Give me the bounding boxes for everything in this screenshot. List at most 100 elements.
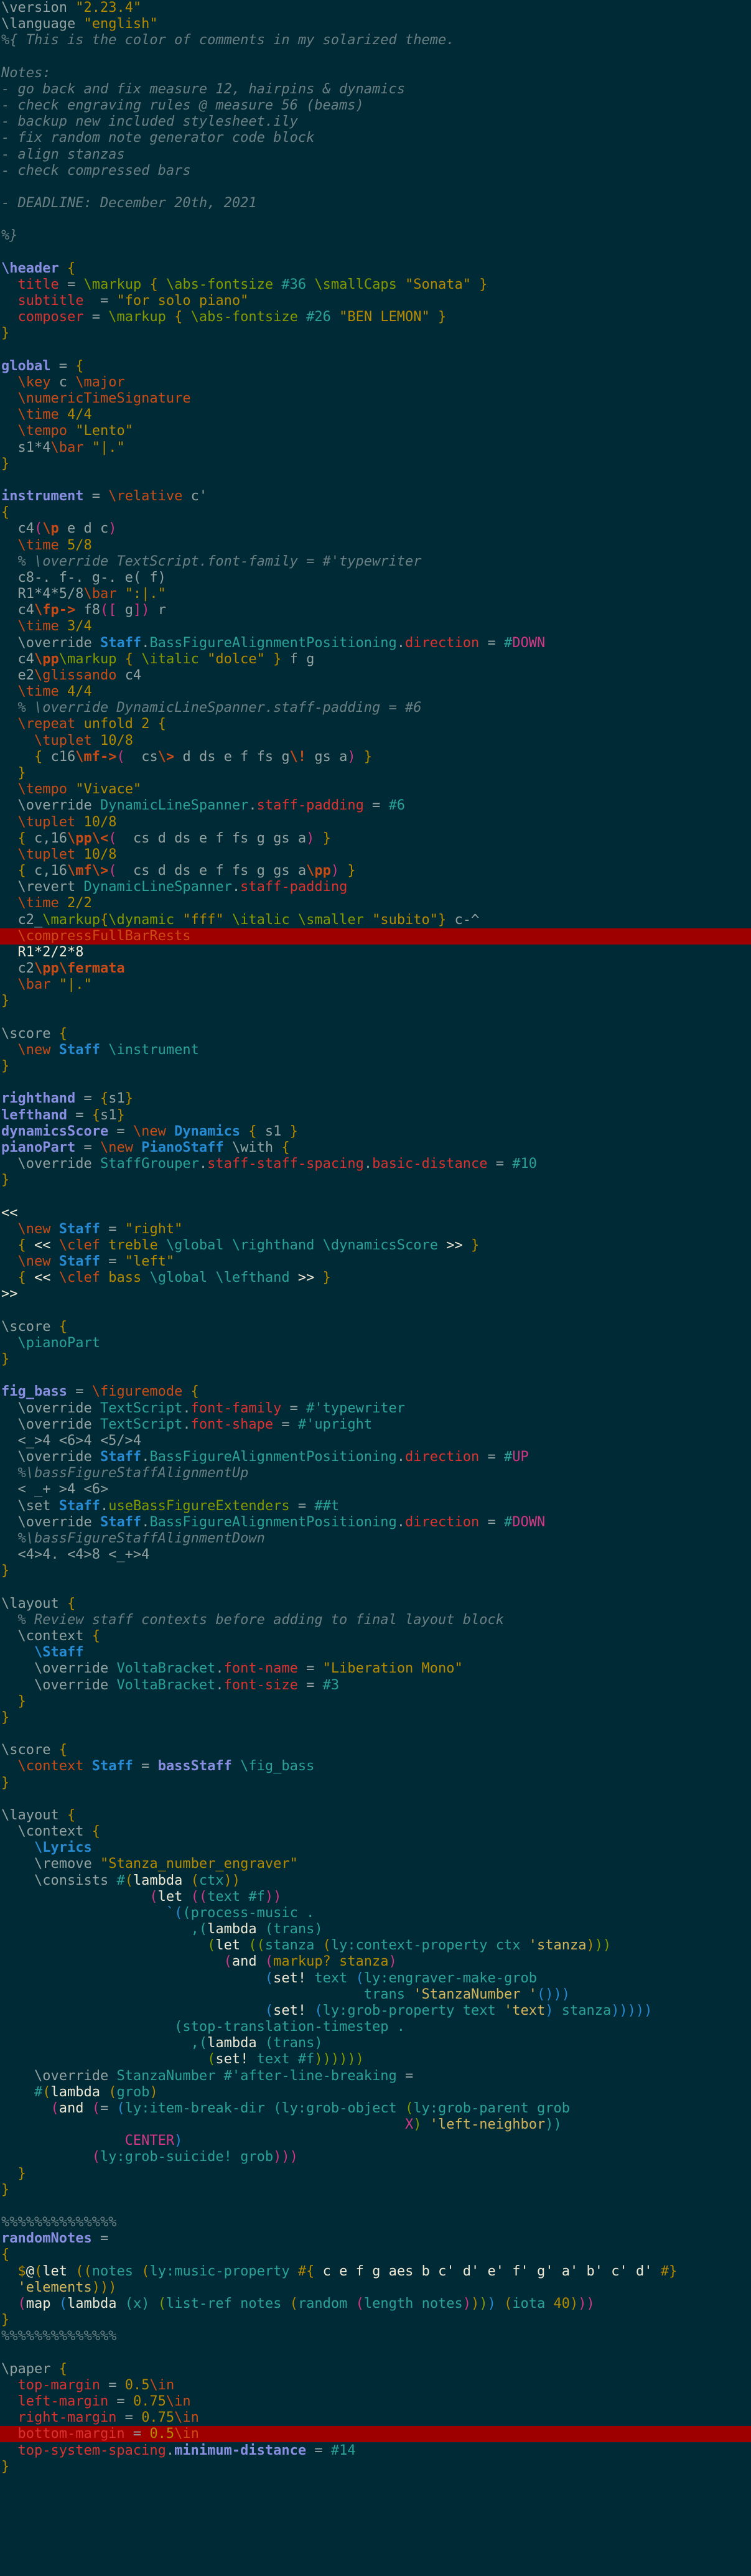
code-line[interactable]: }: [0, 2182, 751, 2198]
code-line[interactable]: (and (= (ly:item-break-dir (ly:grob-obje…: [0, 2101, 751, 2117]
code-line[interactable]: c8-. f-. g-. e( f): [0, 570, 751, 586]
code-line[interactable]: \score {: [0, 1319, 751, 1335]
code-line[interactable]: instrument = \relative c': [0, 488, 751, 505]
code-line[interactable]: 'elements))): [0, 2280, 751, 2296]
code-line[interactable]: \compressFullBarRests: [0, 928, 751, 945]
code-line[interactable]: [0, 179, 751, 195]
code-line[interactable]: randomNotes =: [0, 2231, 751, 2247]
code-line[interactable]: [0, 1010, 751, 1026]
code-line[interactable]: \tuplet 10/8: [0, 733, 751, 749]
code-line[interactable]: \new Staff = "left": [0, 1254, 751, 1270]
code-line[interactable]: \key c \major: [0, 375, 751, 391]
code-line[interactable]: % \override TextScript.font-family = #'t…: [0, 554, 751, 570]
code-line[interactable]: R1*4*5/8\bar ":|.": [0, 586, 751, 602]
code-line[interactable]: [0, 245, 751, 261]
code-line[interactable]: c4\fp-> f8([ g]) r: [0, 602, 751, 618]
code-line[interactable]: - backup new included stylesheet.ily: [0, 114, 751, 130]
code-line[interactable]: composer = \markup { \abs-fontsize #26 "…: [0, 309, 751, 325]
code-line[interactable]: lefthand = {s1}: [0, 1108, 751, 1124]
code-line[interactable]: \header {: [0, 261, 751, 277]
code-line[interactable]: \override TextScript.font-family = #'typ…: [0, 1401, 751, 1417]
code-line[interactable]: \new Staff \instrument: [0, 1042, 751, 1058]
code-line[interactable]: [0, 1726, 751, 1742]
code-line[interactable]: [0, 1368, 751, 1384]
code-line[interactable]: \time 2/2: [0, 895, 751, 912]
code-line[interactable]: (and (markup? stanza): [0, 1954, 751, 1970]
code-line[interactable]: \override DynamicLineSpanner.staff-paddi…: [0, 798, 751, 814]
code-line[interactable]: \tempo "Vivace": [0, 782, 751, 798]
code-line[interactable]: { c,16\mf\>( cs d ds e f fs g gs a\pp) }: [0, 863, 751, 879]
code-line[interactable]: }: [0, 1172, 751, 1188]
code-line[interactable]: }: [0, 993, 751, 1009]
code-line[interactable]: (stop-translation-timestep .: [0, 2019, 751, 2035]
code-line[interactable]: { << \clef treble \global \righthand \dy…: [0, 1238, 751, 1254]
code-line[interactable]: righthand = {s1}: [0, 1091, 751, 1107]
code-line[interactable]: }: [0, 765, 751, 782]
code-line[interactable]: \version "2.23.4": [0, 0, 751, 16]
code-line[interactable]: }: [0, 325, 751, 342]
code-line[interactable]: <4>4. <4>8 <_+>4: [0, 1547, 751, 1563]
code-line[interactable]: global = {: [0, 358, 751, 375]
code-line[interactable]: \numericTimeSignature: [0, 391, 751, 407]
code-line[interactable]: R1*2/2*8: [0, 945, 751, 961]
code-line[interactable]: CENTER): [0, 2133, 751, 2149]
code-line[interactable]: c2\pp\fermata: [0, 961, 751, 977]
code-line[interactable]: c2_\markup{\dynamic "fff" \italic \small…: [0, 912, 751, 928]
code-line[interactable]: subtitle = "for solo piano": [0, 293, 751, 309]
code-line[interactable]: %{ This is the color of comments in my s…: [0, 32, 751, 49]
code-line[interactable]: \context {: [0, 1824, 751, 1840]
code-line[interactable]: c4(\p e d c): [0, 521, 751, 537]
code-line[interactable]: \override VoltaBracket.font-name = "Libe…: [0, 1661, 751, 1677]
code-line[interactable]: { c,16\pp\<( cs d ds e f fs g gs a) }: [0, 831, 751, 847]
code-line[interactable]: [0, 472, 751, 488]
code-line[interactable]: \remove "Stanza_number_engraver": [0, 1856, 751, 1872]
code-line[interactable]: - check compressed bars: [0, 163, 751, 179]
code-line[interactable]: fig_bass = \figuremode {: [0, 1384, 751, 1400]
code-line[interactable]: \Staff: [0, 1645, 751, 1661]
code-line[interactable]: <<: [0, 1205, 751, 1221]
code-line[interactable]: \override VoltaBracket.font-size = #3: [0, 1678, 751, 1694]
code-line[interactable]: - go back and fix measure 12, hairpins &…: [0, 82, 751, 98]
code-line[interactable]: \Lyrics: [0, 1840, 751, 1856]
code-line[interactable]: \override StaffGrouper.staff-staff-spaci…: [0, 1156, 751, 1172]
code-line[interactable]: \tempo "Lento": [0, 423, 751, 439]
code-line[interactable]: %%%%%%%%%%%%%%: [0, 2214, 751, 2231]
code-line[interactable]: \time 3/4: [0, 618, 751, 635]
code-line[interactable]: <_>4 <6>4 <5/>4: [0, 1433, 751, 1449]
code-line[interactable]: [0, 49, 751, 65]
code-line[interactable]: \context Staff = bassStaff \fig_bass: [0, 1758, 751, 1775]
code-line[interactable]: \time 4/4: [0, 407, 751, 423]
code-line[interactable]: \tuplet 10/8: [0, 847, 751, 863]
code-line[interactable]: { << \clef bass \global \lefthand >> }: [0, 1270, 751, 1286]
code-line[interactable]: \tuplet 10/8: [0, 814, 751, 831]
code-line[interactable]: (let ((text #f)): [0, 1889, 751, 1905]
code-line[interactable]: [0, 1188, 751, 1205]
code-line[interactable]: }: [0, 2459, 751, 2475]
code-line[interactable]: [0, 1303, 751, 1319]
code-line[interactable]: c4\pp\markup { \italic "dolce" } f g: [0, 651, 751, 668]
code-line[interactable]: [0, 2345, 751, 2361]
code-line[interactable]: (ly:grob-suicide! grob))): [0, 2149, 751, 2165]
code-line[interactable]: \override Staff.BassFigureAlignmentPosit…: [0, 635, 751, 651]
code-line[interactable]: [0, 212, 751, 228]
code-line[interactable]: \score {: [0, 1742, 751, 1758]
code-editor[interactable]: \version "2.23.4" \language "english" %{ T…: [0, 0, 751, 2576]
code-line[interactable]: bottom-margin = 0.5\in: [0, 2426, 751, 2443]
code-line[interactable]: - check engraving rules @ measure 56 (be…: [0, 98, 751, 114]
code-line[interactable]: - fix random note generator code block: [0, 130, 751, 146]
code-line[interactable]: % Review staff contexts before adding to…: [0, 1612, 751, 1628]
code-line[interactable]: \pianoPart: [0, 1335, 751, 1351]
code-line[interactable]: \score {: [0, 1026, 751, 1042]
code-line[interactable]: % \override DynamicLineSpanner.staff-pad…: [0, 700, 751, 716]
code-line[interactable]: dynamicsScore = \new Dynamics { s1 }: [0, 1124, 751, 1140]
code-line[interactable]: {: [0, 505, 751, 521]
code-line[interactable]: top-margin = 0.5\in: [0, 2378, 751, 2394]
code-line[interactable]: title = \markup { \abs-fontsize #36 \sma…: [0, 277, 751, 293]
code-line[interactable]: X) 'left-neighbor)): [0, 2117, 751, 2133]
code-line[interactable]: }: [0, 1563, 751, 1579]
code-line[interactable]: %}: [0, 228, 751, 244]
code-line[interactable]: (set! text (ly:engraver-make-grob: [0, 1971, 751, 1987]
code-line[interactable]: {: [0, 2247, 751, 2263]
code-line[interactable]: }: [0, 456, 751, 472]
code-line[interactable]: (map (lambda (x) (list-ref notes (random…: [0, 2296, 751, 2312]
